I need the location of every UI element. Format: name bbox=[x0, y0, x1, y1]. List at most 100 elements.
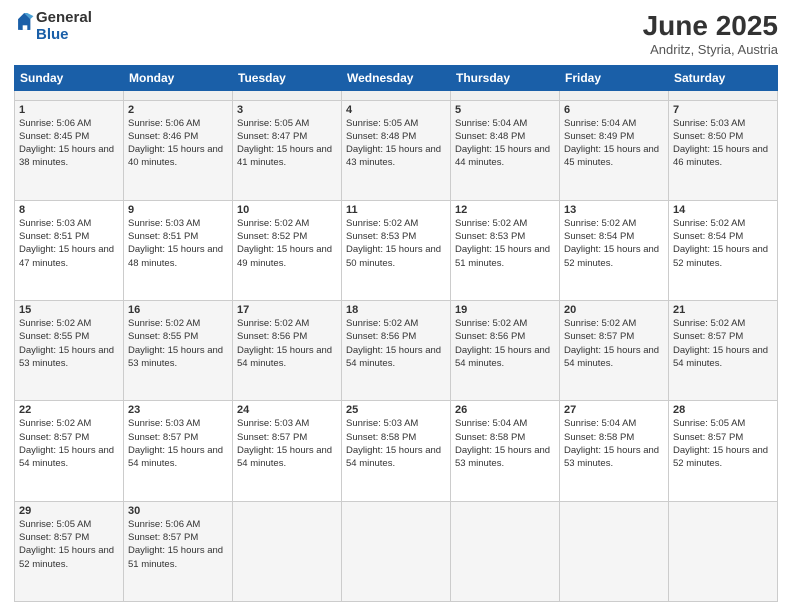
day-info: Sunrise: 5:02 AMSunset: 8:55 PMDaylight:… bbox=[19, 317, 119, 370]
day-info: Sunrise: 5:03 AMSunset: 8:57 PMDaylight:… bbox=[237, 417, 337, 470]
day-number: 24 bbox=[237, 404, 337, 416]
day-number: 5 bbox=[455, 104, 555, 116]
day-number: 17 bbox=[237, 304, 337, 316]
day-info: Sunrise: 5:04 AMSunset: 8:48 PMDaylight:… bbox=[455, 117, 555, 170]
day-info: Sunrise: 5:05 AMSunset: 8:47 PMDaylight:… bbox=[237, 117, 337, 170]
day-number: 25 bbox=[346, 404, 446, 416]
sunset-label: Sunset: 8:56 PM bbox=[237, 331, 307, 342]
table-row: 30Sunrise: 5:06 AMSunset: 8:57 PMDayligh… bbox=[124, 501, 233, 601]
sunset-label: Sunset: 8:46 PM bbox=[128, 131, 198, 142]
sunrise-label: Sunrise: 5:02 AM bbox=[19, 318, 91, 329]
day-number: 23 bbox=[128, 404, 228, 416]
table-row bbox=[669, 91, 778, 101]
day-number: 21 bbox=[673, 304, 773, 316]
page: General Blue June 2025 Andritz, Styria, … bbox=[0, 0, 792, 612]
sunrise-label: Sunrise: 5:02 AM bbox=[128, 318, 200, 329]
sunset-label: Sunset: 8:51 PM bbox=[19, 231, 89, 242]
sunrise-label: Sunrise: 5:05 AM bbox=[237, 118, 309, 129]
daylight-label: Daylight: 15 hours and 54 minutes. bbox=[237, 345, 332, 369]
daylight-label: Daylight: 15 hours and 54 minutes. bbox=[237, 445, 332, 469]
day-number: 1 bbox=[19, 104, 119, 116]
sunset-label: Sunset: 8:57 PM bbox=[19, 432, 89, 443]
day-number: 16 bbox=[128, 304, 228, 316]
daylight-label: Daylight: 15 hours and 54 minutes. bbox=[564, 345, 659, 369]
daylight-label: Daylight: 15 hours and 54 minutes. bbox=[455, 345, 550, 369]
day-info: Sunrise: 5:04 AMSunset: 8:58 PMDaylight:… bbox=[564, 417, 664, 470]
table-row: 19Sunrise: 5:02 AMSunset: 8:56 PMDayligh… bbox=[451, 301, 560, 401]
table-row: 5Sunrise: 5:04 AMSunset: 8:48 PMDaylight… bbox=[451, 100, 560, 200]
day-info: Sunrise: 5:02 AMSunset: 8:57 PMDaylight:… bbox=[564, 317, 664, 370]
table-row: 18Sunrise: 5:02 AMSunset: 8:56 PMDayligh… bbox=[342, 301, 451, 401]
sunset-label: Sunset: 8:56 PM bbox=[346, 331, 416, 342]
sunrise-label: Sunrise: 5:03 AM bbox=[19, 218, 91, 229]
day-number: 20 bbox=[564, 304, 664, 316]
sunrise-label: Sunrise: 5:06 AM bbox=[128, 519, 200, 530]
day-info: Sunrise: 5:05 AMSunset: 8:48 PMDaylight:… bbox=[346, 117, 446, 170]
logo: General Blue bbox=[14, 10, 92, 43]
col-tuesday: Tuesday bbox=[233, 66, 342, 91]
daylight-label: Daylight: 15 hours and 40 minutes. bbox=[128, 144, 223, 168]
table-row: 26Sunrise: 5:04 AMSunset: 8:58 PMDayligh… bbox=[451, 401, 560, 501]
table-row: 22Sunrise: 5:02 AMSunset: 8:57 PMDayligh… bbox=[15, 401, 124, 501]
logo-blue-text: Blue bbox=[36, 27, 92, 44]
day-info: Sunrise: 5:05 AMSunset: 8:57 PMDaylight:… bbox=[19, 518, 119, 571]
sunrise-label: Sunrise: 5:03 AM bbox=[673, 118, 745, 129]
sunset-label: Sunset: 8:57 PM bbox=[19, 532, 89, 543]
day-info: Sunrise: 5:04 AMSunset: 8:58 PMDaylight:… bbox=[455, 417, 555, 470]
sunset-label: Sunset: 8:57 PM bbox=[564, 331, 634, 342]
day-number: 22 bbox=[19, 404, 119, 416]
logo-icon bbox=[16, 13, 34, 33]
table-row bbox=[124, 91, 233, 101]
day-info: Sunrise: 5:03 AM Sunset: 8:50 PM Daylight:… bbox=[673, 117, 773, 170]
header: General Blue June 2025 Andritz, Styria, … bbox=[14, 10, 778, 57]
day-info: Sunrise: 5:02 AMSunset: 8:52 PMDaylight:… bbox=[237, 217, 337, 270]
sunrise-label: Sunrise: 5:02 AM bbox=[455, 218, 527, 229]
daylight-label: Daylight: 15 hours and 53 minutes. bbox=[455, 445, 550, 469]
table-row: 14Sunrise: 5:02 AMSunset: 8:54 PMDayligh… bbox=[669, 200, 778, 300]
table-row: 9Sunrise: 5:03 AMSunset: 8:51 PMDaylight… bbox=[124, 200, 233, 300]
day-number: 27 bbox=[564, 404, 664, 416]
col-saturday: Saturday bbox=[669, 66, 778, 91]
day-number: 29 bbox=[19, 505, 119, 517]
day-number: 11 bbox=[346, 204, 446, 216]
daylight-label: Daylight: 15 hours and 43 minutes. bbox=[346, 144, 441, 168]
table-row: 24Sunrise: 5:03 AMSunset: 8:57 PMDayligh… bbox=[233, 401, 342, 501]
sunset-label: Sunset: 8:48 PM bbox=[455, 131, 525, 142]
sunset-label: Sunset: 8:58 PM bbox=[455, 432, 525, 443]
table-row bbox=[560, 501, 669, 601]
day-number: 2 bbox=[128, 104, 228, 116]
sunset-label: Sunset: 8:55 PM bbox=[19, 331, 89, 342]
daylight-label: Daylight: 15 hours and 49 minutes. bbox=[237, 244, 332, 268]
table-row: 4Sunrise: 5:05 AMSunset: 8:48 PMDaylight… bbox=[342, 100, 451, 200]
sunrise-label: Sunrise: 5:04 AM bbox=[455, 118, 527, 129]
daylight-label: Daylight: 15 hours and 46 minutes. bbox=[673, 144, 768, 168]
sunset-label: Sunset: 8:50 PM bbox=[673, 131, 743, 142]
sunset-label: Sunset: 8:48 PM bbox=[346, 131, 416, 142]
day-number: 4 bbox=[346, 104, 446, 116]
sunrise-label: Sunrise: 5:03 AM bbox=[128, 218, 200, 229]
table-row: 12Sunrise: 5:02 AMSunset: 8:53 PMDayligh… bbox=[451, 200, 560, 300]
day-number: 8 bbox=[19, 204, 119, 216]
table-row bbox=[342, 501, 451, 601]
table-row: 13Sunrise: 5:02 AMSunset: 8:54 PMDayligh… bbox=[560, 200, 669, 300]
daylight-label: Daylight: 15 hours and 54 minutes. bbox=[128, 445, 223, 469]
daylight-label: Daylight: 15 hours and 54 minutes. bbox=[19, 445, 114, 469]
day-info: Sunrise: 5:05 AMSunset: 8:57 PMDaylight:… bbox=[673, 417, 773, 470]
sunset-label: Sunset: 8:57 PM bbox=[128, 432, 198, 443]
col-friday: Friday bbox=[560, 66, 669, 91]
table-row bbox=[233, 501, 342, 601]
table-row: 3Sunrise: 5:05 AMSunset: 8:47 PMDaylight… bbox=[233, 100, 342, 200]
day-info: Sunrise: 5:06 AMSunset: 8:45 PMDaylight:… bbox=[19, 117, 119, 170]
day-number: 7 bbox=[673, 104, 773, 116]
day-number: 12 bbox=[455, 204, 555, 216]
daylight-label: Daylight: 15 hours and 52 minutes. bbox=[564, 244, 659, 268]
day-info: Sunrise: 5:03 AMSunset: 8:51 PMDaylight:… bbox=[19, 217, 119, 270]
calendar-week-row: 15Sunrise: 5:02 AMSunset: 8:55 PMDayligh… bbox=[15, 301, 778, 401]
table-row: 6Sunrise: 5:04 AMSunset: 8:49 PMDaylight… bbox=[560, 100, 669, 200]
table-row: 1Sunrise: 5:06 AMSunset: 8:45 PMDaylight… bbox=[15, 100, 124, 200]
sunrise-label: Sunrise: 5:05 AM bbox=[673, 418, 745, 429]
sunset-label: Sunset: 8:47 PM bbox=[237, 131, 307, 142]
daylight-label: Daylight: 15 hours and 50 minutes. bbox=[346, 244, 441, 268]
table-row: 23Sunrise: 5:03 AMSunset: 8:57 PMDayligh… bbox=[124, 401, 233, 501]
day-number: 3 bbox=[237, 104, 337, 116]
